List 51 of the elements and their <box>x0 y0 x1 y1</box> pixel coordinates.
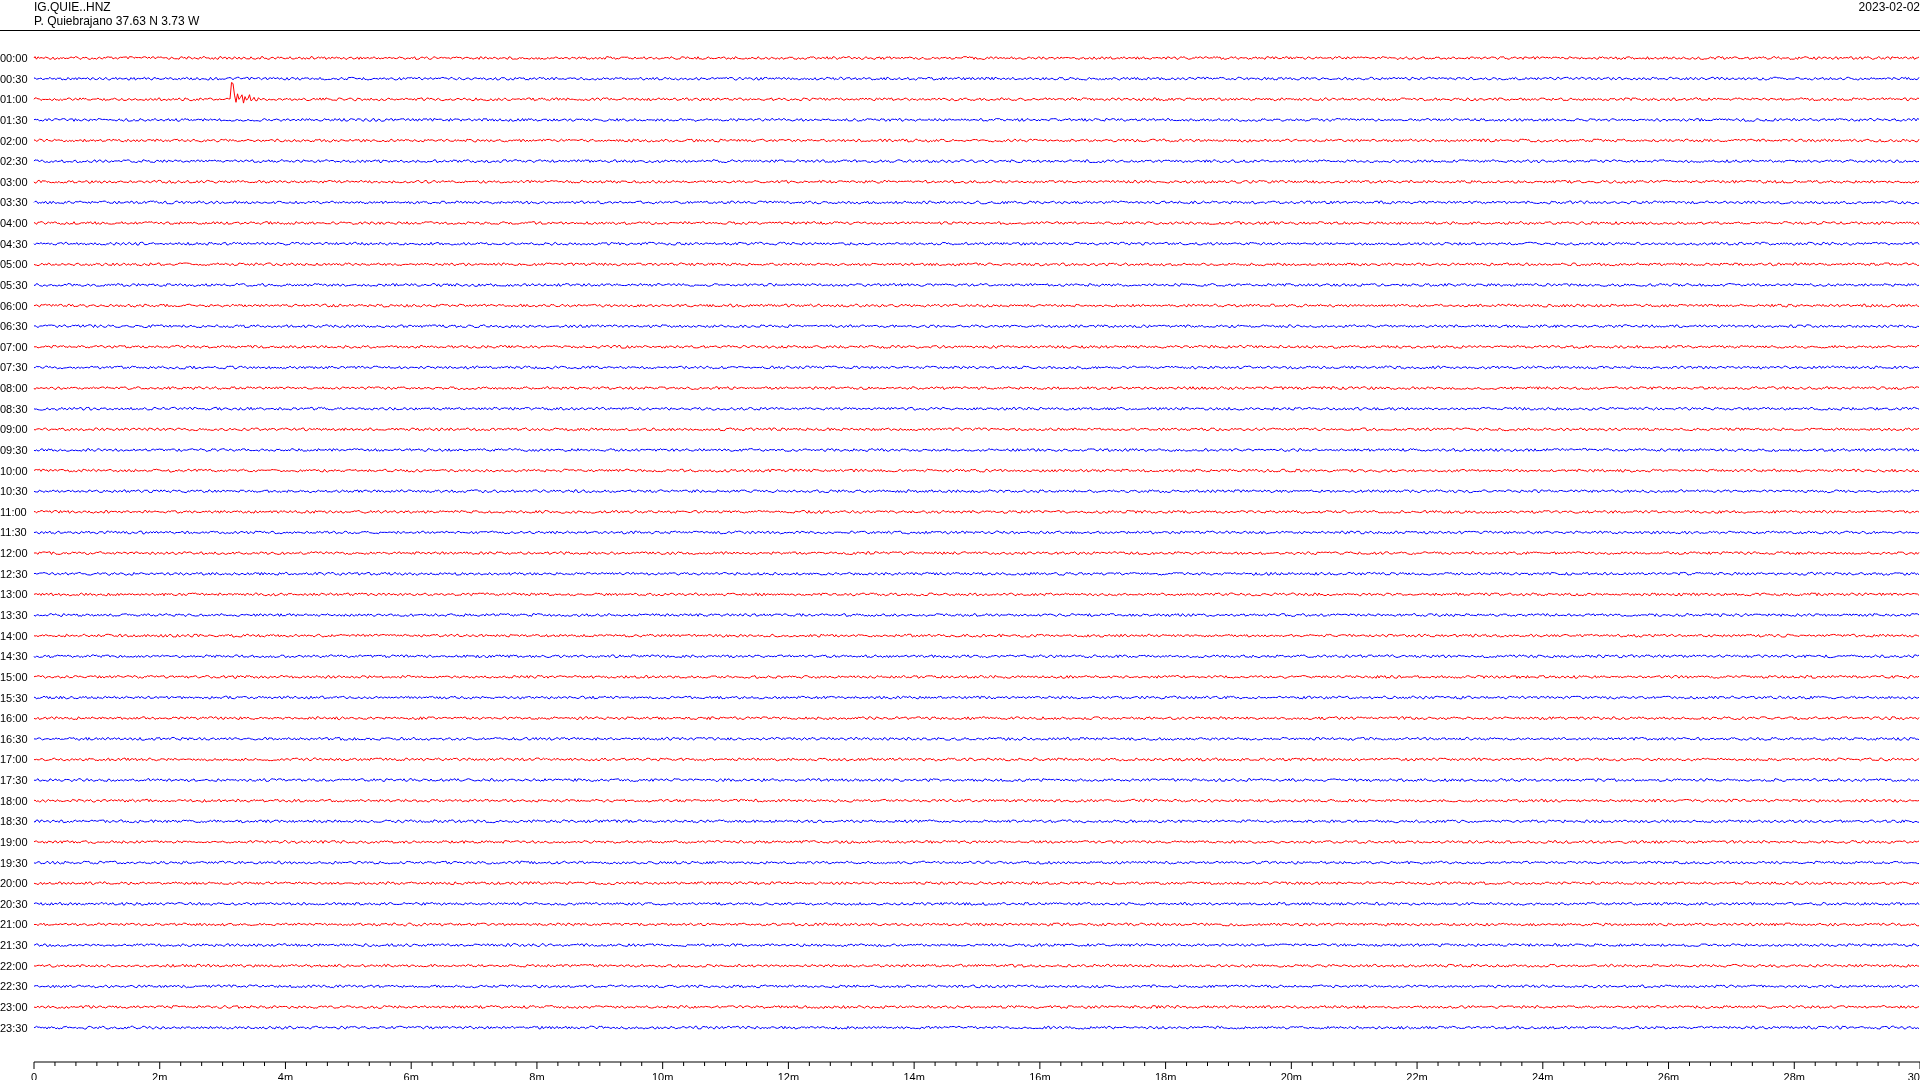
time-label: 16:30 <box>0 732 28 745</box>
time-label: 22:00 <box>0 959 28 972</box>
time-label: 15:30 <box>0 691 28 704</box>
station-info: P. Quiebrajano 37.63 N 3.73 W <box>34 14 200 28</box>
time-label: 07:30 <box>0 361 28 374</box>
time-label: 19:30 <box>0 856 28 869</box>
time-label: 11:30 <box>0 526 27 539</box>
time-label: 08:00 <box>0 382 28 395</box>
time-label: 14:00 <box>0 629 28 642</box>
time-label: 20:30 <box>0 897 28 910</box>
time-label: 18:00 <box>0 794 28 807</box>
time-label: 13:00 <box>0 588 28 601</box>
time-label: 18:30 <box>0 815 28 828</box>
time-label: 03:30 <box>0 196 28 209</box>
time-label: 02:30 <box>0 155 28 168</box>
time-label: 09:30 <box>0 443 28 456</box>
time-label: 20:00 <box>0 877 28 890</box>
time-label: 04:30 <box>0 237 28 250</box>
time-label: 13:30 <box>0 609 28 621</box>
time-label: 23:00 <box>0 1001 28 1013</box>
time-label: 05:00 <box>0 258 28 271</box>
time-label: 17:30 <box>0 774 28 787</box>
time-label: 12:00 <box>0 547 28 560</box>
date-label: 2023-02-02 <box>1858 0 1920 16</box>
time-label: 09:00 <box>0 423 28 436</box>
time-label: 00:00 <box>0 52 28 64</box>
time-label: 21:30 <box>0 939 28 952</box>
time-label: 08:30 <box>0 402 28 415</box>
time-label: 10:30 <box>0 485 28 498</box>
time-label: 23:30 <box>0 1021 28 1034</box>
time-label: 14:30 <box>0 650 28 663</box>
time-label: 16:00 <box>0 712 28 725</box>
time-label: 01:00 <box>0 93 28 106</box>
time-label: 05:30 <box>0 278 28 291</box>
time-label: 06:00 <box>0 299 28 312</box>
time-label: 02:00 <box>0 134 28 147</box>
time-label: 01:30 <box>0 113 28 126</box>
time-label: 10:00 <box>0 464 28 477</box>
time-label: 15:00 <box>0 670 28 683</box>
time-label: 21:00 <box>0 918 28 931</box>
time-label: 00:30 <box>0 72 28 85</box>
time-label: 19:00 <box>0 835 28 848</box>
time-label: 04:00 <box>0 217 28 230</box>
time-label: 22:30 <box>0 980 28 993</box>
time-label: 12:30 <box>0 567 28 580</box>
time-label: 07:00 <box>0 340 28 353</box>
time-label: 06:30 <box>0 320 28 333</box>
time-label: 11:00 <box>0 505 27 518</box>
channel-code: IG.QUIE..HNZ <box>34 0 112 14</box>
time-label: 03:00 <box>0 175 28 188</box>
time-label: 17:00 <box>0 753 28 766</box>
